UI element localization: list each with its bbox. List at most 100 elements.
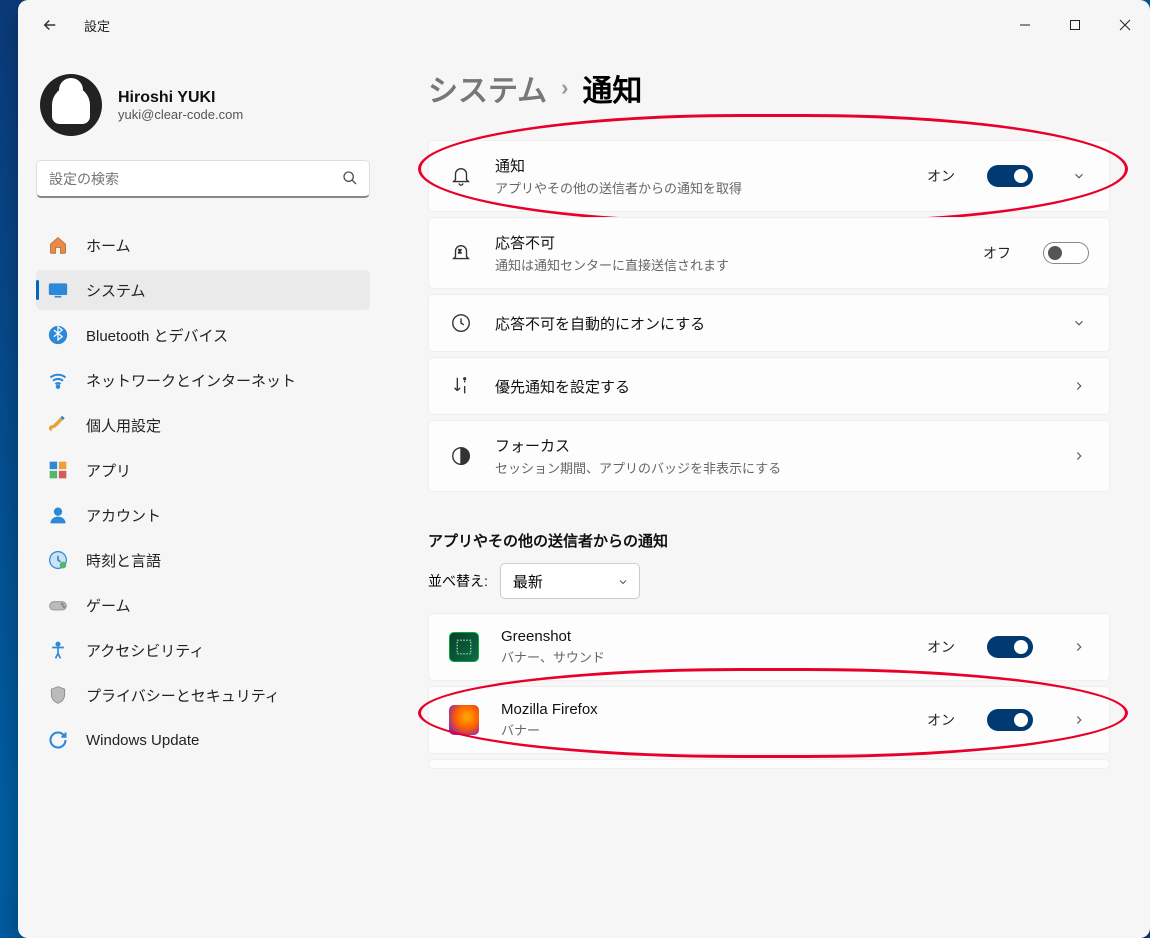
profile-email: yuki@clear-code.com xyxy=(118,107,243,122)
toggle-label: オン xyxy=(927,637,955,657)
focus-icon xyxy=(449,444,473,468)
gamepad-icon xyxy=(48,595,68,615)
update-icon xyxy=(48,730,68,750)
maximize-button[interactable] xyxy=(1050,5,1100,45)
toggle-label: オン xyxy=(927,166,955,186)
sidebar-item-label: アクセシビリティ xyxy=(86,640,204,661)
card-notifications[interactable]: 通知 アプリやその他の送信者からの通知を取得 オン xyxy=(428,140,1110,212)
profile-name: Hiroshi YUKI xyxy=(118,89,243,107)
app-row-placeholder xyxy=(428,759,1110,769)
sidebar-item-update[interactable]: Windows Update xyxy=(36,720,370,760)
card-auto-dnd[interactable]: 応答不可を自動的にオンにする xyxy=(428,294,1110,352)
sidebar-item-label: アカウント xyxy=(86,505,161,526)
chevron-down-icon xyxy=(617,575,629,592)
app-row-firefox[interactable]: Mozilla Firefox バナー オン xyxy=(428,686,1110,754)
sidebar-item-label: プライバシーとセキュリティ xyxy=(86,685,280,706)
breadcrumb-parent[interactable]: システム xyxy=(428,66,547,110)
card-priority[interactable]: 優先通知を設定する xyxy=(428,357,1110,415)
title-bar: 設定 xyxy=(18,0,1150,50)
sidebar-item-label: 個人用設定 xyxy=(86,415,161,436)
app-toggle[interactable] xyxy=(987,636,1033,658)
chevron-right-icon: › xyxy=(561,75,568,101)
shield-icon xyxy=(48,685,68,705)
chevron-down-icon[interactable] xyxy=(1069,169,1089,183)
card-focus[interactable]: フォーカス セッション期間、アプリのバッジを非表示にする xyxy=(428,420,1110,492)
toggle-label: オフ xyxy=(983,243,1011,263)
sidebar-item-network[interactable]: ネットワークとインターネット xyxy=(36,360,370,400)
card-title: 通知 xyxy=(495,155,905,176)
firefox-icon xyxy=(449,705,479,735)
minimize-button[interactable] xyxy=(1000,5,1050,45)
search-icon xyxy=(342,170,358,191)
sidebar-item-gaming[interactable]: ゲーム xyxy=(36,585,370,625)
app-desc: バナー、サウンド xyxy=(501,647,905,666)
bluetooth-icon xyxy=(48,325,68,345)
search-input[interactable] xyxy=(36,160,370,198)
settings-window: 設定 Hiroshi YUKI yuki@clear-code.com ホーム … xyxy=(18,0,1150,938)
notifications-toggle[interactable] xyxy=(987,165,1033,187)
back-button[interactable] xyxy=(36,11,64,39)
sidebar-item-accessibility[interactable]: アクセシビリティ xyxy=(36,630,370,670)
chevron-right-icon[interactable] xyxy=(1069,449,1089,463)
card-desc: 通知は通知センターに直接送信されます xyxy=(495,255,961,274)
main-content: システム › 通知 通知 アプリやその他の送信者からの通知を取得 オン xyxy=(388,50,1150,938)
sidebar-item-label: ホーム xyxy=(86,235,131,256)
sort-row: 並べ替え: 最新 xyxy=(428,563,1110,599)
page-title: 通知 xyxy=(582,66,642,110)
card-title: 応答不可 xyxy=(495,232,961,253)
card-desc: セッション期間、アプリのバッジを非表示にする xyxy=(495,458,1033,477)
chevron-right-icon[interactable] xyxy=(1069,713,1089,727)
chevron-right-icon[interactable] xyxy=(1069,379,1089,393)
sort-value: 最新 xyxy=(513,571,543,592)
app-name: Greenshot xyxy=(501,628,905,645)
sidebar-item-accounts[interactable]: アカウント xyxy=(36,495,370,535)
sidebar-item-label: システム xyxy=(86,280,146,301)
system-icon xyxy=(48,280,68,300)
sidebar-item-label: 時刻と言語 xyxy=(86,550,161,571)
sidebar-item-system[interactable]: システム xyxy=(36,270,370,310)
wifi-icon xyxy=(48,370,68,390)
search-wrap xyxy=(36,160,370,198)
sort-dropdown[interactable]: 最新 xyxy=(500,563,640,599)
breadcrumb: システム › 通知 xyxy=(428,66,1110,110)
sidebar-item-home[interactable]: ホーム xyxy=(36,225,370,265)
avatar xyxy=(40,74,102,136)
clock-icon xyxy=(449,311,473,335)
card-desc: アプリやその他の送信者からの通知を取得 xyxy=(495,178,905,197)
card-dnd[interactable]: z 応答不可 通知は通知センターに直接送信されます オフ xyxy=(428,217,1110,289)
accessibility-icon xyxy=(48,640,68,660)
dnd-toggle[interactable] xyxy=(1043,242,1089,264)
sort-label: 並べ替え: xyxy=(428,571,488,591)
app-row-greenshot[interactable]: Greenshot バナー、サウンド オン xyxy=(428,613,1110,681)
home-icon xyxy=(48,235,68,255)
svg-text:z: z xyxy=(458,248,461,255)
sidebar-item-time[interactable]: 時刻と言語 xyxy=(36,540,370,580)
sidebar-item-label: ゲーム xyxy=(86,595,131,616)
apps-icon xyxy=(48,460,68,480)
brush-icon xyxy=(48,415,68,435)
sidebar-item-bluetooth[interactable]: Bluetooth とデバイス xyxy=(36,315,370,355)
sidebar-item-apps[interactable]: アプリ xyxy=(36,450,370,490)
nav: ホーム システム Bluetooth とデバイス ネットワークとインターネット … xyxy=(36,220,370,765)
window-title: 設定 xyxy=(84,16,110,35)
close-button[interactable] xyxy=(1100,5,1150,45)
section-heading: アプリやその他の送信者からの通知 xyxy=(428,530,1110,551)
sidebar: Hiroshi YUKI yuki@clear-code.com ホーム システ… xyxy=(18,50,388,938)
dnd-icon: z xyxy=(449,241,473,265)
sidebar-item-label: Windows Update xyxy=(86,732,199,749)
account-icon xyxy=(48,505,68,525)
card-title: フォーカス xyxy=(495,435,1033,456)
app-toggle[interactable] xyxy=(987,709,1033,731)
chevron-down-icon[interactable] xyxy=(1069,316,1089,330)
sidebar-item-privacy[interactable]: プライバシーとセキュリティ xyxy=(36,675,370,715)
sidebar-item-personalization[interactable]: 個人用設定 xyxy=(36,405,370,445)
priority-icon xyxy=(449,374,473,398)
chevron-right-icon[interactable] xyxy=(1069,640,1089,654)
bell-icon xyxy=(449,164,473,188)
card-title: 応答不可を自動的にオンにする xyxy=(495,313,1033,334)
sidebar-item-label: アプリ xyxy=(86,460,131,481)
sidebar-item-label: ネットワークとインターネット xyxy=(86,370,296,391)
window-controls xyxy=(1000,5,1150,45)
app-desc: バナー xyxy=(501,720,905,739)
profile[interactable]: Hiroshi YUKI yuki@clear-code.com xyxy=(36,68,370,160)
